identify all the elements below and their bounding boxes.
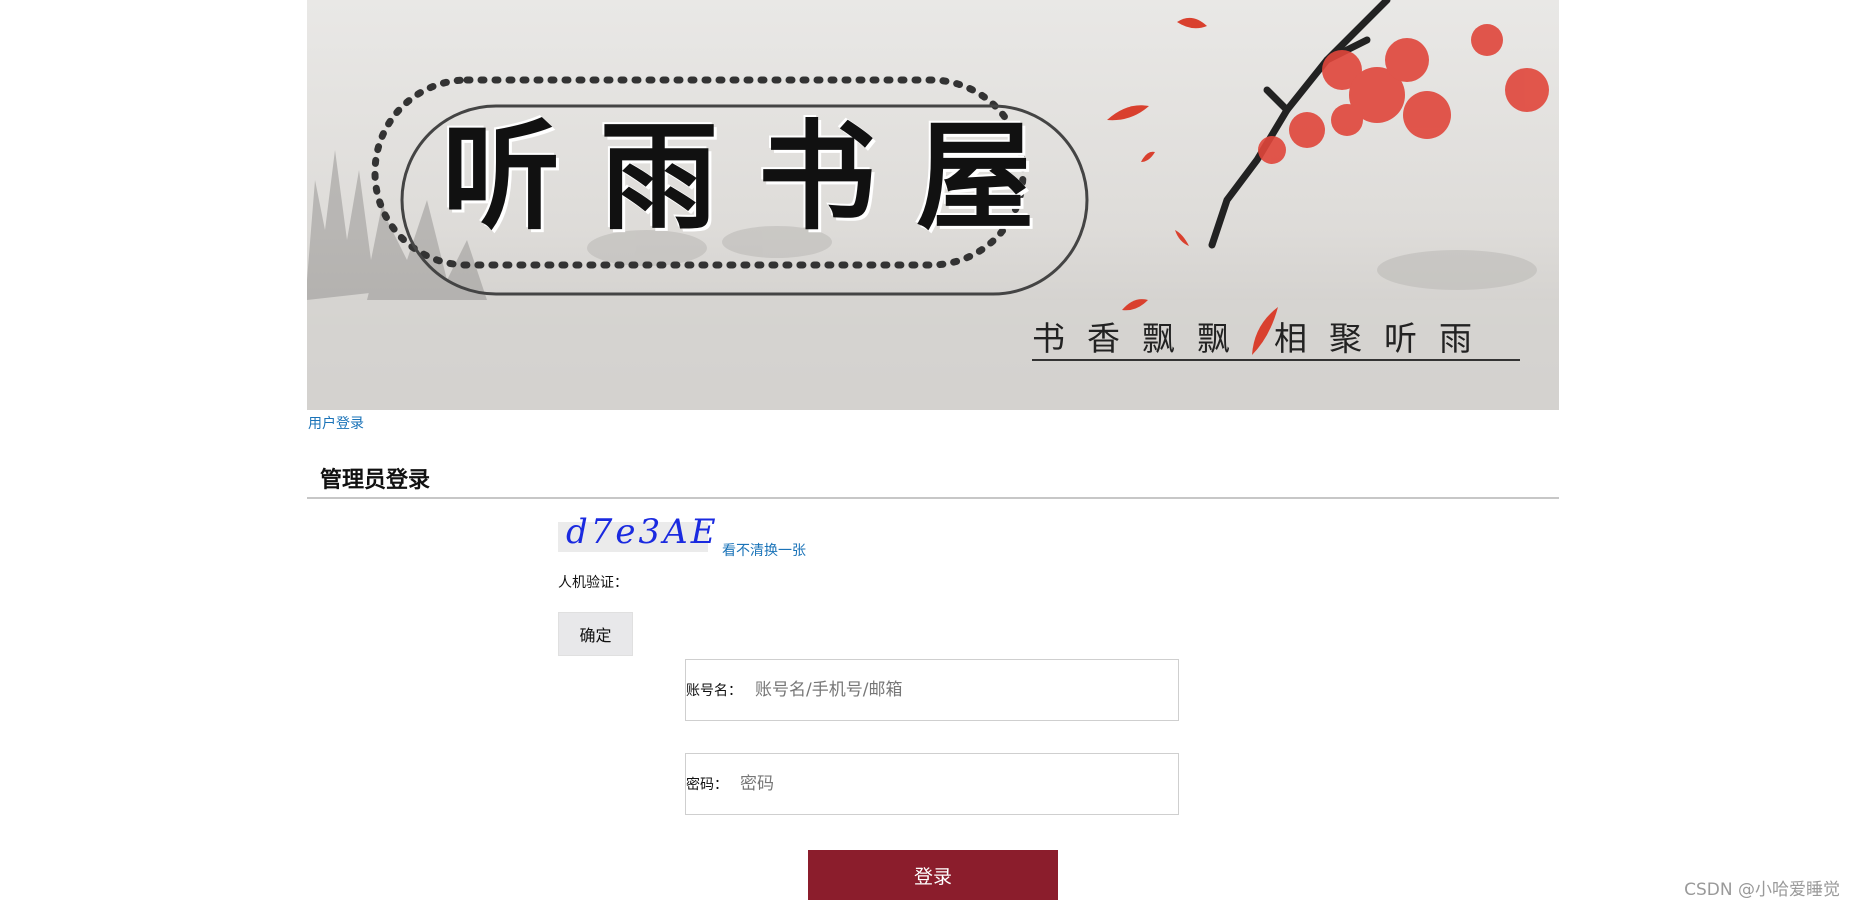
- verify-label: 人机验证：: [558, 575, 628, 591]
- banner-title: 听雨书屋: [442, 107, 1075, 246]
- captcha-refresh-link[interactable]: 看不清换一张: [722, 540, 806, 560]
- confirm-button[interactable]: 确定: [558, 612, 633, 656]
- section-divider: [307, 497, 1559, 499]
- section-title: 管理员登录: [320, 467, 431, 493]
- page: 听雨书屋 书香飘飘 相聚听雨 用户登录 管理员登录 d7e3AE 看不清换一张 人…: [0, 0, 1854, 904]
- account-field: 账号名：: [685, 659, 1179, 721]
- banner-subtitle: 书香飘飘 相聚听雨: [1032, 322, 1494, 355]
- banner-image: 听雨书屋 书香飘飘 相聚听雨: [307, 0, 1559, 410]
- watermark: CSDN @小哈爱睡觉: [1684, 880, 1840, 900]
- password-input[interactable]: [740, 764, 1165, 804]
- banner-subtitle-right: 相聚听雨: [1274, 319, 1494, 358]
- account-input[interactable]: [755, 670, 1165, 710]
- account-label: 账号名：: [686, 683, 742, 699]
- login-button[interactable]: 登录: [808, 850, 1058, 900]
- user-login-link[interactable]: 用户登录: [308, 413, 364, 433]
- captcha-code: d7e3AE: [566, 512, 719, 552]
- banner-subtitle-left: 书香飘飘: [1032, 319, 1252, 358]
- password-field: 密码：: [685, 753, 1179, 815]
- password-label: 密码：: [686, 777, 728, 793]
